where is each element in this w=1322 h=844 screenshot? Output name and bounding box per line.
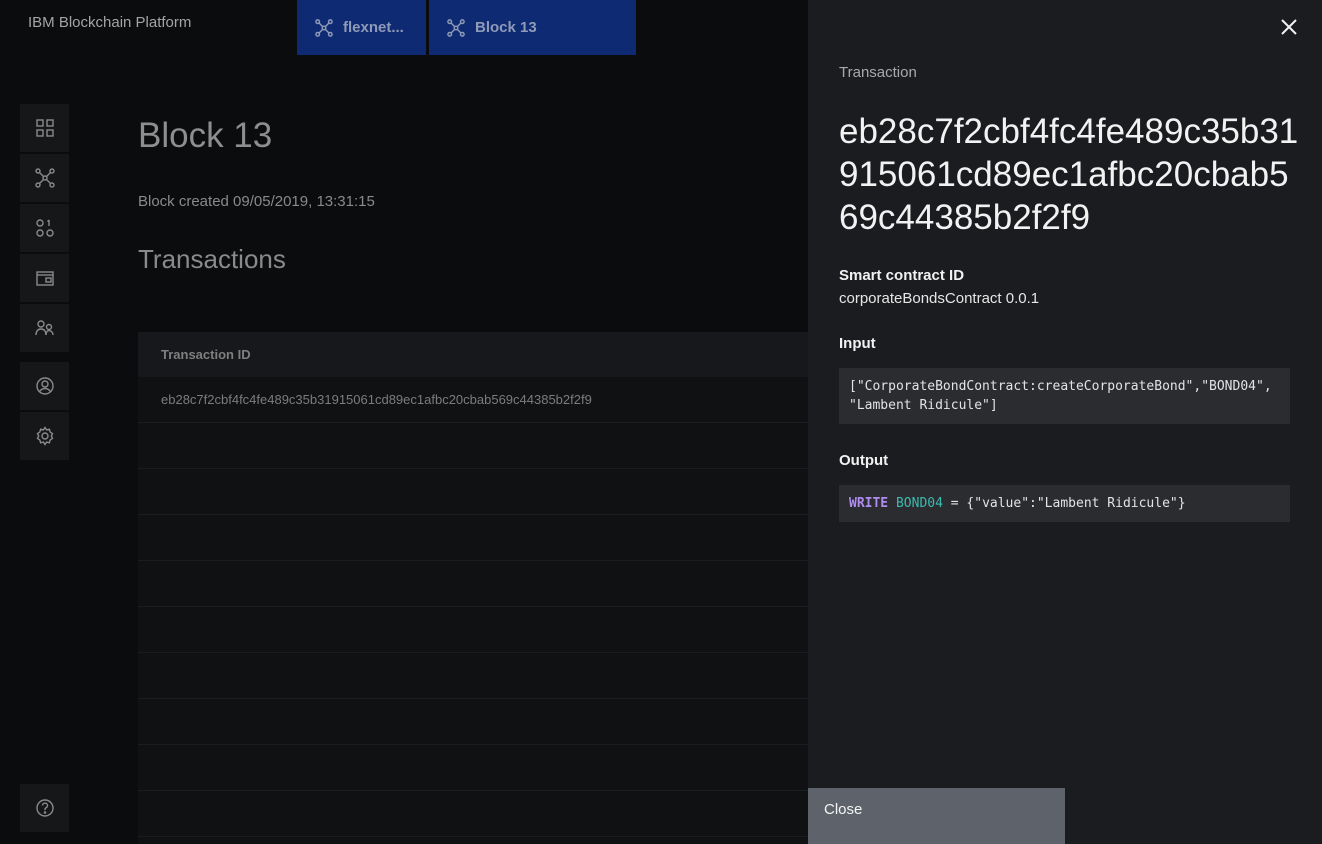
table-row-empty — [138, 469, 808, 515]
table-row[interactable]: eb28c7f2cbf4fc4fe489c35b31915061cd89ec1a… — [138, 377, 808, 423]
network-icon — [315, 18, 333, 37]
nav-network[interactable] — [20, 154, 69, 204]
output-heading: Output — [839, 452, 889, 469]
help-icon — [35, 799, 54, 817]
network-icon — [447, 18, 465, 37]
app-brand: IBM Blockchain Platform — [28, 14, 192, 31]
table-row-empty — [138, 515, 808, 561]
settings-icon — [36, 426, 53, 446]
table-row-empty — [138, 607, 808, 653]
dashboard-icon — [35, 119, 54, 137]
column-transaction-id: Transaction ID — [161, 347, 251, 362]
close-icon[interactable] — [1277, 15, 1301, 39]
block-created-text: Block created 09/05/2019, 13:31:15 — [138, 193, 375, 210]
table-row-empty — [138, 561, 808, 607]
output-code-block: WRITE BOND04 = {"value":"Lambent Ridicul… — [839, 485, 1290, 522]
output-key: BOND04 — [895, 496, 943, 511]
smart-contract-heading: Smart contract ID — [839, 267, 965, 284]
output-value: = {"value":"Lambent Ridicule"} — [942, 496, 1186, 511]
output-keyword: WRITE — [849, 496, 889, 511]
page-title: Block 13 — [138, 116, 273, 155]
nav-user-profile[interactable] — [20, 362, 69, 412]
tab-block[interactable]: Block 13 — [429, 0, 636, 55]
sidenav-main — [20, 104, 69, 354]
table-header: Transaction ID — [138, 332, 808, 377]
nav-dashboard[interactable] — [20, 104, 69, 154]
table-row-empty — [138, 791, 808, 837]
nav-users[interactable] — [20, 304, 69, 354]
nav-wallet[interactable] — [20, 254, 69, 304]
smart-contracts-icon — [35, 219, 54, 237]
input-heading: Input — [839, 335, 876, 352]
sidenav-help — [20, 784, 69, 834]
transaction-id-cell: eb28c7f2cbf4fc4fe489c35b31915061cd89ec1a… — [161, 392, 592, 407]
network-icon — [34, 168, 55, 188]
transaction-hash: eb28c7f2cbf4fc4fe489c35b31915061cd89ec1a… — [839, 112, 1299, 237]
table-row-empty — [138, 699, 808, 745]
nav-smart-contracts[interactable] — [20, 204, 69, 254]
table-row-empty — [138, 423, 808, 469]
tab-label: flexnet... — [343, 19, 404, 36]
users-icon — [34, 320, 54, 336]
user-profile-icon — [35, 377, 54, 395]
smart-contract-value: corporateBondsContract 0.0.1 — [839, 290, 1040, 307]
nav-help[interactable] — [20, 784, 69, 834]
input-code-block: ["CorporateBondContract:createCorporateB… — [839, 368, 1290, 424]
nav-settings[interactable] — [20, 412, 69, 462]
tab-label: Block 13 — [475, 19, 537, 36]
wallet-icon — [35, 271, 54, 286]
tab-flexnet[interactable]: flexnet... — [297, 0, 426, 55]
transactions-heading: Transactions — [138, 244, 286, 274]
table-row-empty — [138, 653, 808, 699]
close-button[interactable]: Close — [808, 788, 1065, 844]
transactions-table: Transaction ID eb28c7f2cbf4fc4fe489c35b3… — [138, 332, 808, 844]
sidenav-secondary — [20, 362, 69, 462]
panel-label: Transaction — [839, 64, 917, 81]
table-row-empty — [138, 745, 808, 791]
